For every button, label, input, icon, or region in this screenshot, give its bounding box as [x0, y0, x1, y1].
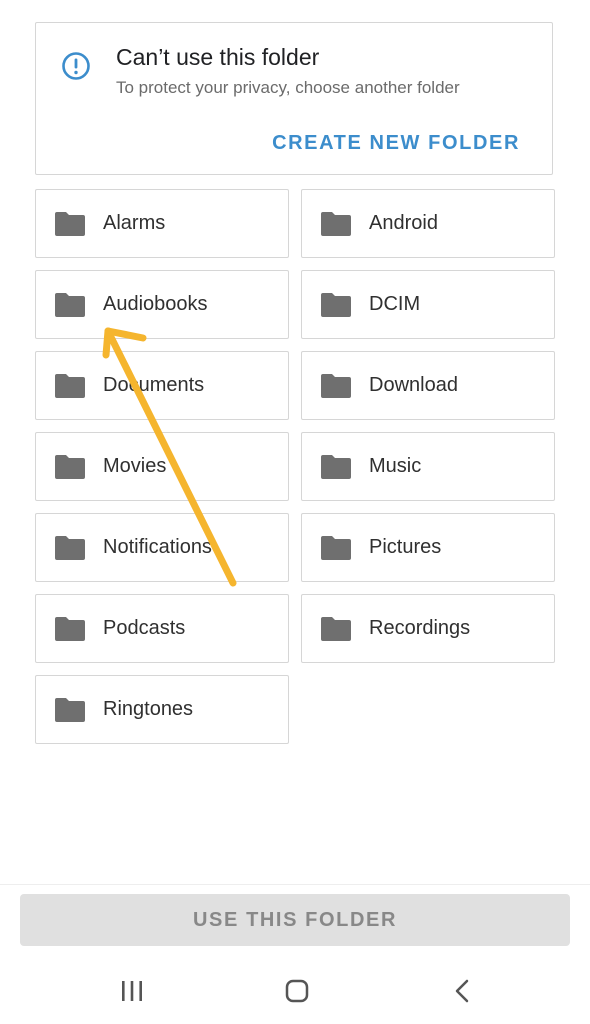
recents-icon[interactable]	[112, 976, 152, 1006]
folder-icon	[321, 374, 351, 398]
folder-item-pictures[interactable]: Pictures	[301, 513, 555, 582]
folder-label: Alarms	[103, 212, 166, 234]
folder-item-audiobooks[interactable]: Audiobooks	[35, 270, 289, 339]
notice-subtitle: To protect your privacy, choose another …	[116, 78, 460, 97]
folder-label: Download	[369, 374, 458, 396]
folder-icon	[55, 455, 85, 479]
privacy-notice-card: Can’t use this folder To protect your pr…	[35, 22, 553, 175]
folder-label: Podcasts	[103, 617, 186, 639]
folder-item-movies[interactable]: Movies	[35, 432, 289, 501]
folder-icon	[55, 617, 85, 641]
folder-item-dcim[interactable]: DCIM	[301, 270, 555, 339]
folder-label: Android	[369, 212, 438, 234]
home-icon[interactable]	[277, 976, 317, 1006]
folder-item-alarms[interactable]: Alarms	[35, 189, 289, 258]
use-this-folder-button[interactable]: USE THIS FOLDER	[20, 894, 570, 946]
folder-icon	[321, 617, 351, 641]
folder-label: Recordings	[369, 617, 471, 639]
folder-icon	[55, 374, 85, 398]
folder-item-android[interactable]: Android	[301, 189, 555, 258]
info-icon	[62, 52, 90, 80]
folder-label: Music	[369, 455, 422, 477]
folder-icon	[55, 293, 85, 317]
folder-item-recordings[interactable]: Recordings	[301, 594, 555, 663]
folder-label: Ringtones	[103, 698, 194, 720]
folder-icon	[321, 536, 351, 560]
back-icon[interactable]	[442, 976, 482, 1006]
bottom-divider	[0, 884, 590, 885]
folder-label: Notifications	[103, 536, 212, 558]
folder-label: Pictures	[369, 536, 442, 558]
folder-item-ringtones[interactable]: Ringtones	[35, 675, 289, 744]
create-new-folder-button[interactable]: CREATE NEW FOLDER	[272, 132, 520, 155]
folder-icon	[321, 212, 351, 236]
folder-item-download[interactable]: Download	[301, 351, 555, 420]
folder-item-documents[interactable]: Documents	[35, 351, 289, 420]
folder-icon	[55, 212, 85, 236]
folder-icon	[321, 455, 351, 479]
folder-item-music[interactable]: Music	[301, 432, 555, 501]
folder-icon	[55, 698, 85, 722]
folder-icon	[321, 293, 351, 317]
notice-title: Can’t use this folder	[116, 44, 320, 70]
folder-label: Movies	[103, 455, 167, 477]
folder-item-notifications[interactable]: Notifications	[35, 513, 289, 582]
folder-label: DCIM	[369, 293, 421, 315]
folder-item-podcasts[interactable]: Podcasts	[35, 594, 289, 663]
folder-icon	[55, 536, 85, 560]
folder-label: Audiobooks	[103, 293, 208, 315]
system-navigation-bar	[0, 958, 590, 1024]
folder-label: Documents	[103, 374, 205, 396]
folder-grid: Alarms Android Audiobooks DCIM Documents…	[35, 189, 555, 744]
